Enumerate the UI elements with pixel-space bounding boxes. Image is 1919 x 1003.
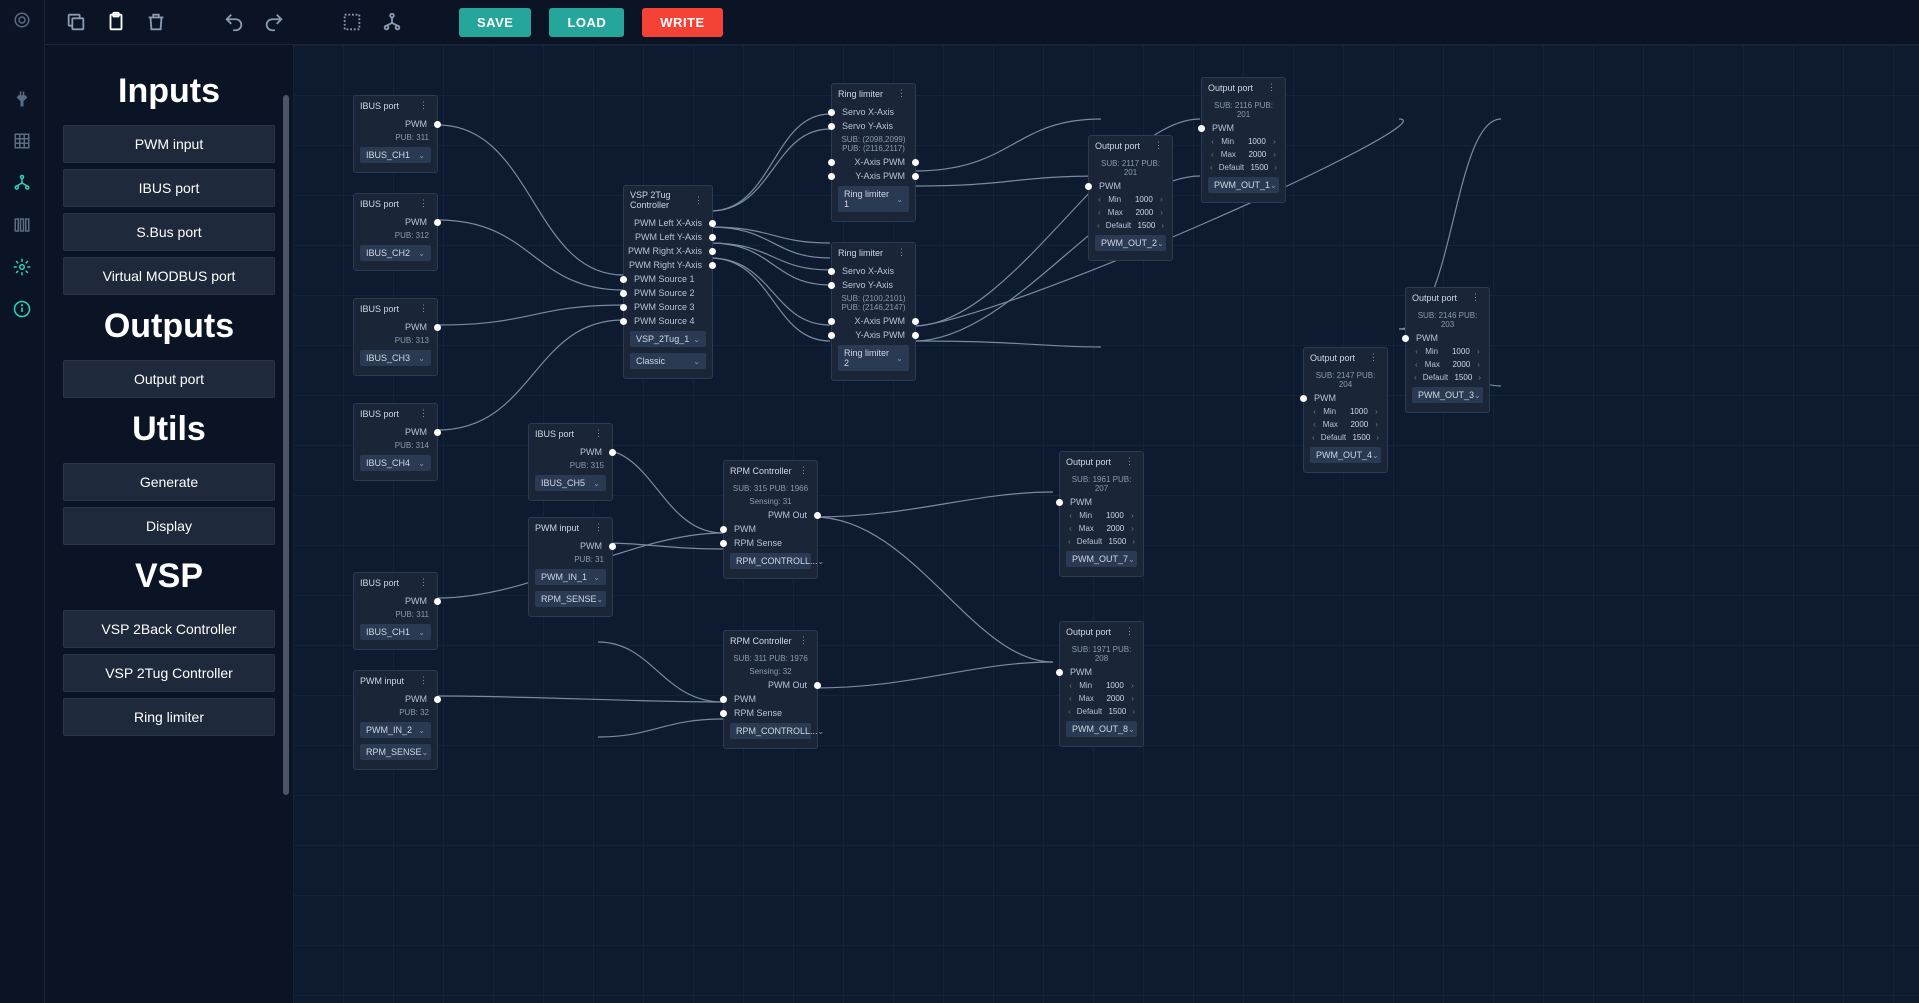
palette-sidebar: Inputs PWM input IBUS port S.Bus port Virtua… [45, 45, 293, 1003]
node-ring1[interactable]: Ring limiter⋮ Servo X-Axis Servo Y-Axis … [831, 83, 916, 222]
select-ibus2[interactable]: IBUS_CH2⌄ [360, 245, 431, 261]
section-title: Outputs [55, 307, 283, 346]
node-title: IBUS port [360, 101, 399, 111]
port-dot[interactable] [434, 121, 441, 128]
undo-icon[interactable] [223, 11, 245, 33]
canvas[interactable]: IBUS port ⋮ PWM PUB: 311 IBUS_CH1⌄ IBUS p… [293, 45, 1919, 1003]
node-ibus5[interactable]: IBUS port⋮ PWM PUB: 315 IBUS_CH5⌄ [528, 423, 613, 501]
node-ibus3[interactable]: IBUS port⋮ PWM PUB: 313 IBUS_CH3⌄ [353, 298, 438, 376]
palette-item[interactable]: Display [63, 507, 275, 545]
node-out3[interactable]: Output port⋮ SUB: 2146 PUB: 203 PWM ‹Min… [1405, 287, 1490, 413]
columns-icon[interactable] [12, 215, 32, 235]
node-out1[interactable]: Output port⋮ SUB: 2116 PUB: 201 PWM ‹Min… [1201, 77, 1286, 203]
node-out2[interactable]: Output port⋮ SUB: 2117 PUB: 201 PWM ‹Min… [1088, 135, 1173, 261]
node-ring2[interactable]: Ring limiter⋮ Servo X-Axis Servo Y-Axis … [831, 242, 916, 381]
node-ibus4[interactable]: IBUS port⋮ PWM PUB: 314 IBUS_CH4⌄ [353, 403, 438, 481]
node-ibus6[interactable]: IBUS port⋮ PWM PUB: 311 IBUS_CH1⌄ [353, 572, 438, 650]
redo-icon[interactable] [263, 11, 285, 33]
node-icon[interactable] [381, 11, 403, 33]
info-icon[interactable] [12, 299, 32, 319]
node-out8[interactable]: Output port⋮ SUB: 1971 PUB: 208 PWM ‹Min… [1059, 621, 1144, 747]
copy-icon[interactable] [65, 11, 87, 33]
logo-icon [12, 10, 32, 30]
more-icon[interactable]: ⋮ [416, 100, 431, 111]
palette-item[interactable]: IBUS port [63, 169, 275, 207]
section-title: VSP [55, 557, 283, 596]
section-title: Utils [55, 410, 283, 449]
grid-icon[interactable] [12, 131, 32, 151]
tree-icon[interactable] [12, 173, 32, 193]
toolbar: SAVE LOAD WRITE [45, 0, 1919, 45]
node-rpm1[interactable]: RPM Controller⋮ SUB: 315 PUB: 1966 Sensi… [723, 460, 818, 579]
palette-item[interactable]: PWM input [63, 125, 275, 163]
gear-icon[interactable] [12, 257, 32, 277]
scrollbar[interactable] [283, 95, 291, 815]
port-label: PWM [405, 119, 437, 129]
node-rpm2[interactable]: RPM Controller⋮ SUB: 311 PUB: 1976 Sensi… [723, 630, 818, 749]
more-icon[interactable]: ⋮ [416, 198, 431, 209]
node-out4[interactable]: Output port⋮ SUB: 2147 PUB: 204 PWM ‹Min… [1303, 347, 1388, 473]
palette-item[interactable]: Output port [63, 360, 275, 398]
plug-icon[interactable] [12, 89, 32, 109]
node-ibus1[interactable]: IBUS port ⋮ PWM PUB: 311 IBUS_CH1⌄ [353, 95, 438, 173]
node-out7[interactable]: Output port⋮ SUB: 1961 PUB: 207 PWM ‹Min… [1059, 451, 1144, 577]
select-icon[interactable] [341, 11, 363, 33]
node-title: IBUS port [360, 199, 399, 209]
save-button[interactable]: SAVE [459, 8, 531, 37]
section-title: Inputs [55, 72, 283, 111]
write-button[interactable]: WRITE [642, 8, 722, 37]
palette-item[interactable]: VSP 2Tug Controller [63, 654, 275, 692]
pub-label: PUB: 311 [354, 131, 437, 144]
node-vsp[interactable]: VSP 2Tug Controller⋮ PWM Left X-Axis PWM… [623, 185, 713, 379]
node-ibus2[interactable]: IBUS port⋮ PWM PUB: 312 IBUS_CH2⌄ [353, 193, 438, 271]
trash-icon[interactable] [145, 11, 167, 33]
left-rail [0, 0, 45, 1003]
node-pwmin2[interactable]: PWM input⋮ PWM PUB: 32 PWM_IN_2⌄ RPM_SEN… [353, 670, 438, 770]
select-ibus1[interactable]: IBUS_CH1⌄ [360, 147, 431, 163]
palette-item[interactable]: VSP 2Back Controller [63, 610, 275, 648]
paste-icon[interactable] [105, 11, 127, 33]
palette-item[interactable]: Generate [63, 463, 275, 501]
palette-item[interactable]: Virtual MODBUS port [63, 257, 275, 295]
palette-item[interactable]: Ring limiter [63, 698, 275, 736]
node-pwmin1[interactable]: PWM input⋮ PWM PUB: 31 PWM_IN_1⌄ RPM_SEN… [528, 517, 613, 617]
palette-item[interactable]: S.Bus port [63, 213, 275, 251]
chevron-down-icon: ⌄ [418, 151, 425, 160]
load-button[interactable]: LOAD [549, 8, 624, 37]
